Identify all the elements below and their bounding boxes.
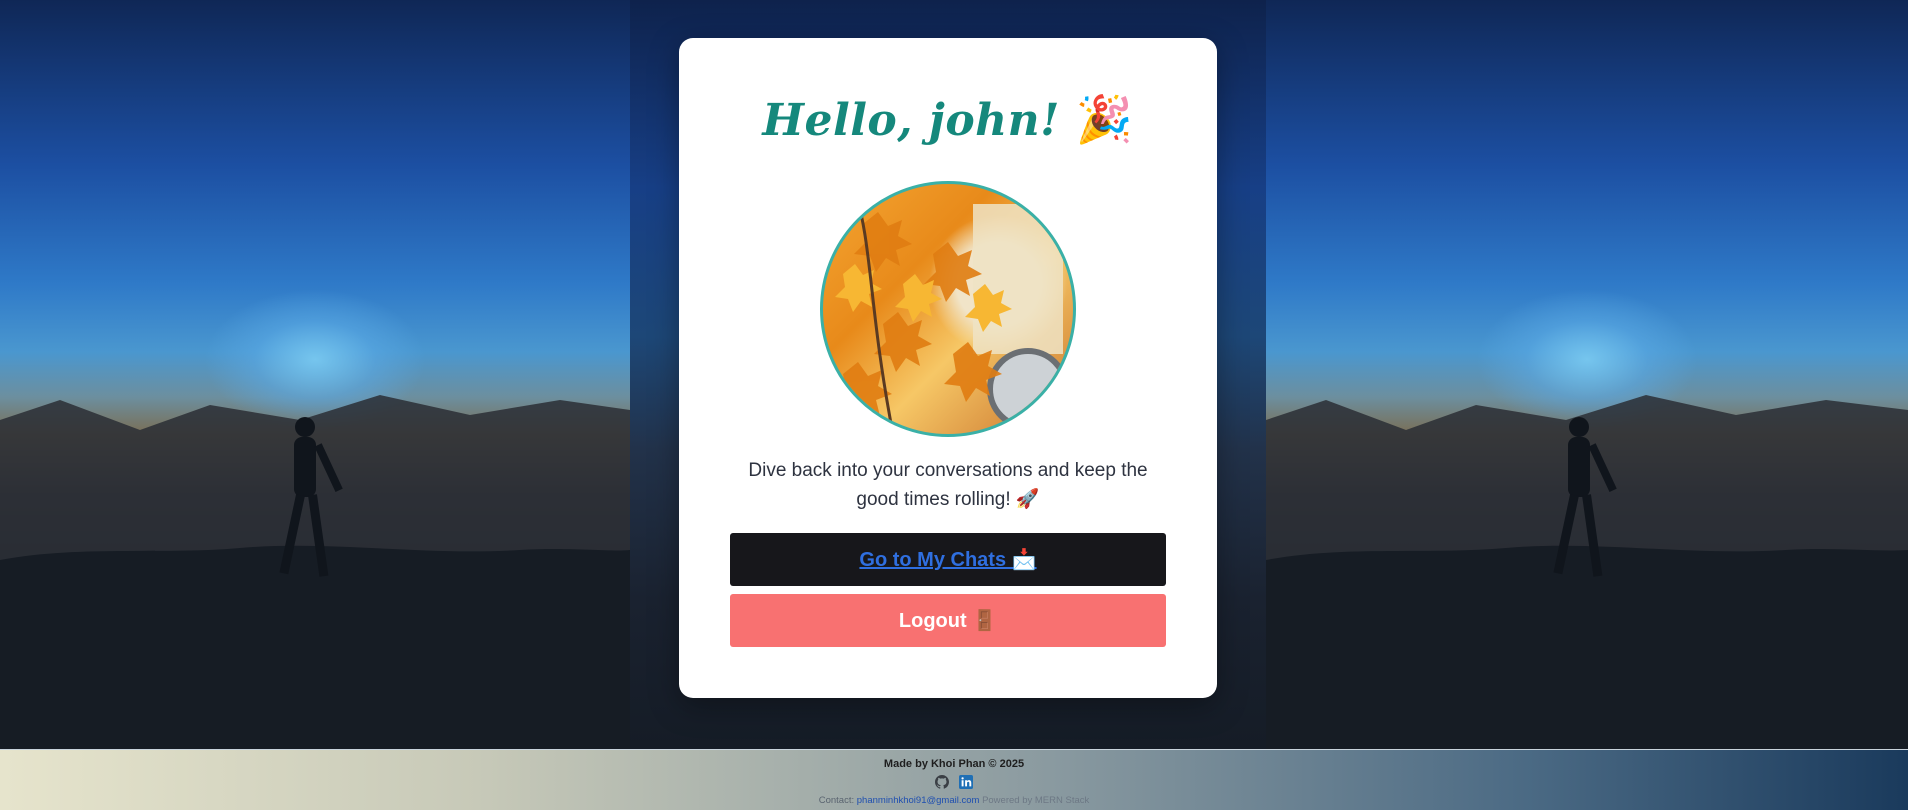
greeting-text: Hello, john! [762,95,1060,146]
go-to-chats-button[interactable]: Go to My Chats 📩 [730,533,1166,586]
greeting-heading: Hello, john! 🎉 [679,92,1217,147]
footer-contact: Contact: phanminhkhoi91@gmail.com Powere… [0,795,1908,806]
github-icon[interactable] [935,775,950,789]
background-scene-right [1266,0,1908,749]
avatar [820,181,1076,437]
footer-social-icons [0,775,1908,789]
background-scene-left [0,0,630,749]
tagline: Dive back into your conversations and ke… [748,460,1148,510]
go-to-chats-link[interactable]: Go to My Chats 📩 [859,547,1036,572]
contact-email-link[interactable]: phanminhkhoi91@gmail.com [857,795,980,806]
logout-label: Logout 🚪 [898,610,998,632]
party-popper-icon: 🎉 [1075,92,1134,146]
contact-label: Contact: [818,795,855,806]
linkedin-icon[interactable] [959,775,973,789]
footer-credit: Made by Khoi Phan © 2025 [883,758,1025,770]
powered-by-text: Powered by MERN Stack [982,795,1090,806]
footer: Made by Khoi Phan © 2025 Contact: phanmi… [0,749,1908,810]
logout-button[interactable]: Logout 🚪 [730,594,1166,647]
welcome-card: Hello, john! 🎉 Dive back into your conve… [679,38,1217,698]
